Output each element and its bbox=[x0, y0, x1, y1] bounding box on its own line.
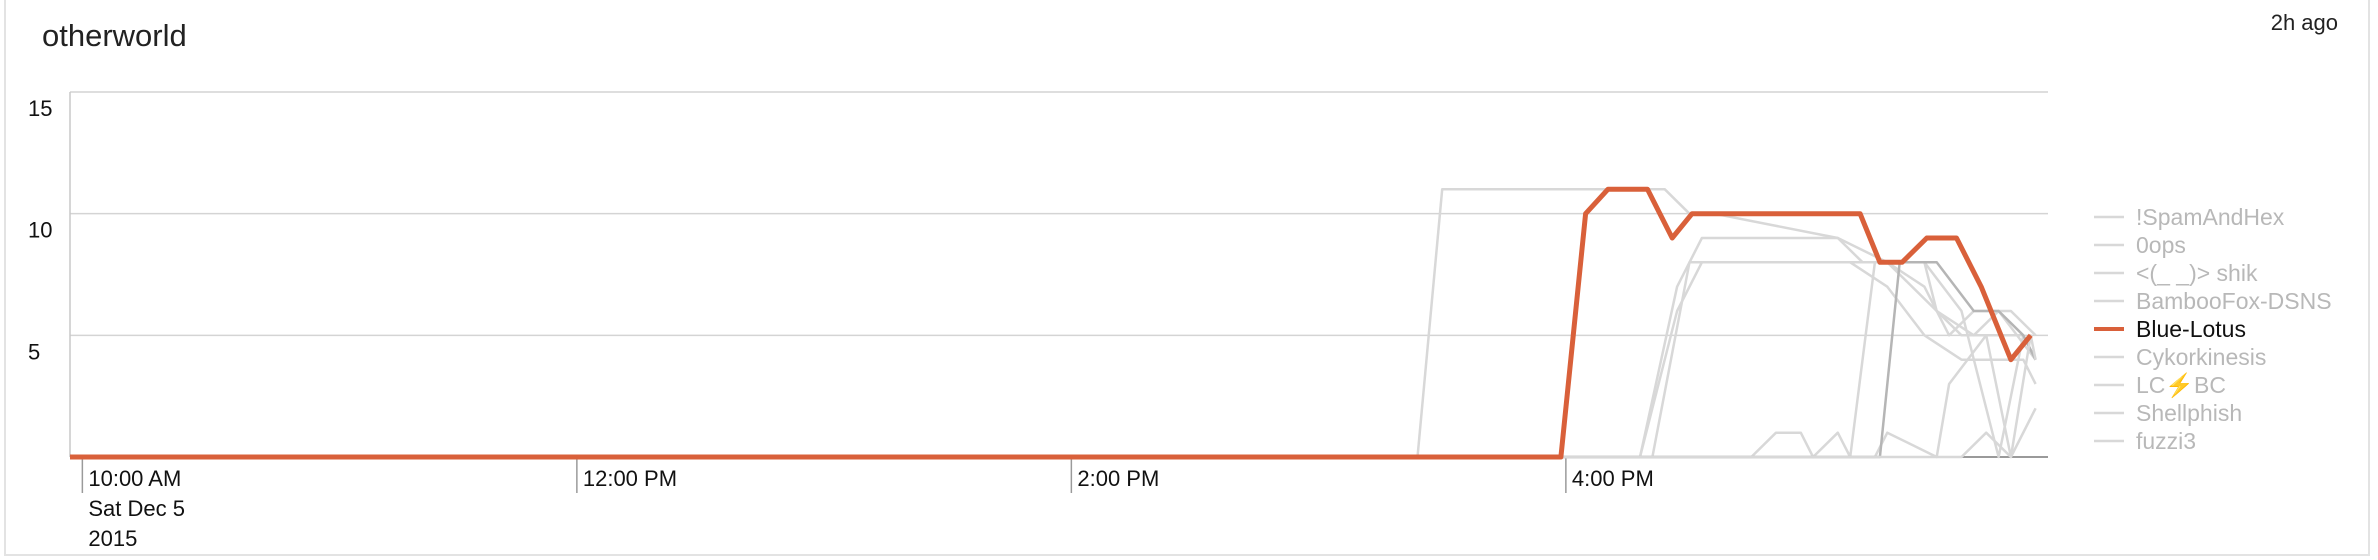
legend-item[interactable]: BambooFox-DSNS bbox=[2136, 288, 2332, 314]
legend-item[interactable]: Blue-Lotus bbox=[2136, 316, 2246, 342]
series-line-lc-bc[interactable] bbox=[70, 261, 2037, 459]
line-chart: 15 10 5 10:00 AM Sat Dec 5 2015 12:00 PM 2:00 … bbox=[28, 91, 2332, 551]
x-tick-label: Sat Dec 5 bbox=[88, 496, 185, 521]
series-line-cykorkinesis[interactable] bbox=[70, 407, 2037, 459]
series-line--shik[interactable] bbox=[70, 261, 2037, 459]
grid-lines bbox=[69, 91, 2048, 458]
series-line-shellphish[interactable] bbox=[70, 261, 2037, 459]
legend-item[interactable]: !SpamAndHex bbox=[2136, 204, 2285, 230]
series-line--spamandhex[interactable] bbox=[70, 188, 2037, 459]
y-tick-label: 15 bbox=[28, 96, 52, 121]
series-line-bamboofox-dsns[interactable] bbox=[70, 261, 2037, 459]
legend-item[interactable]: 0ops bbox=[2136, 232, 2186, 258]
legend-item[interactable]: Cykorkinesis bbox=[2136, 344, 2266, 370]
x-tick-label: 12:00 PM bbox=[583, 466, 677, 491]
y-tick-label: 5 bbox=[28, 339, 40, 364]
x-tick-label: 2:00 PM bbox=[1077, 466, 1159, 491]
legend-item[interactable]: fuzzi3 bbox=[2136, 428, 2196, 454]
series-line-fuzzi3[interactable] bbox=[70, 334, 2037, 459]
series-lines bbox=[70, 186, 2037, 460]
y-axis-ticks: 15 10 5 bbox=[28, 96, 52, 364]
legend: !SpamAndHex0ops<(_ _)> shikBambooFox-DSN… bbox=[2094, 204, 2332, 454]
x-tick-label: 4:00 PM bbox=[1572, 466, 1654, 491]
legend-item[interactable]: LC⚡BC bbox=[2136, 372, 2226, 399]
series-line-blue-lotus[interactable] bbox=[70, 186, 2033, 460]
x-tick-label: 10:00 AM bbox=[88, 466, 181, 491]
legend-item[interactable]: <(_ _)> shik bbox=[2136, 260, 2258, 286]
x-axis: 10:00 AM Sat Dec 5 2015 12:00 PM 2:00 PM 4:00… bbox=[81, 457, 1654, 551]
legend-item[interactable]: Shellphish bbox=[2136, 400, 2242, 426]
x-tick-label: 2015 bbox=[88, 526, 137, 551]
y-tick-label: 10 bbox=[28, 218, 52, 243]
series-line-0ops[interactable] bbox=[70, 236, 2037, 459]
